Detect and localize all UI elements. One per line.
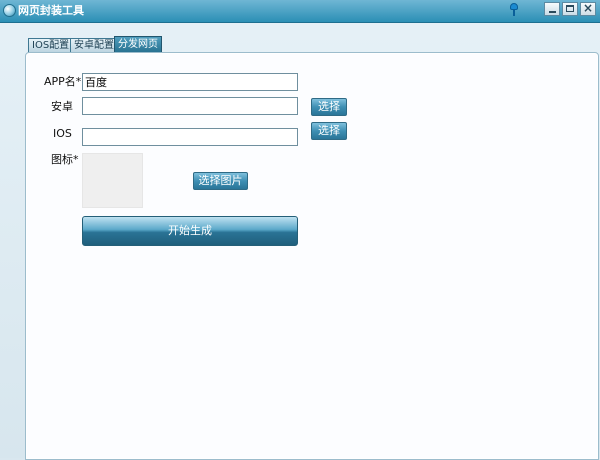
title-bar[interactable]: 网页封装工具 × [0,0,600,23]
android-select-button[interactable]: 选择 [311,98,347,116]
window-title: 网页封装工具 [18,4,84,17]
tab-distribution-page[interactable]: 分发网页 [114,36,162,53]
tab-android-config[interactable]: 安卓配置 [70,38,118,53]
app-name-label: APP名* [44,75,82,88]
icon-preview[interactable] [82,153,143,208]
close-button[interactable]: × [580,1,596,16]
select-image-button[interactable]: 选择图片 [193,172,248,190]
main-window: 网页封装工具 × IOS配置 安卓配置 分发网页 APP名* 安卓 选择 IOS… [0,0,600,460]
minimize-button[interactable] [544,2,560,16]
app-name-input[interactable] [82,73,298,91]
tab-ios-config[interactable]: IOS配置 [28,38,74,53]
android-label: 安卓 [51,100,73,113]
maximize-icon [566,5,574,12]
pin-icon[interactable] [508,2,520,16]
icon-label: 图标* [51,153,79,166]
window-controls: × [508,1,596,16]
start-generate-button[interactable]: 开始生成 [82,216,298,246]
ios-label: IOS [53,127,72,140]
ios-file-input[interactable] [82,128,298,146]
ios-select-button[interactable]: 选择 [311,122,347,140]
android-file-input[interactable] [82,97,298,115]
minimize-icon [549,11,556,13]
app-globe-icon [3,4,16,17]
close-icon: × [582,1,594,15]
maximize-button[interactable] [562,2,578,16]
